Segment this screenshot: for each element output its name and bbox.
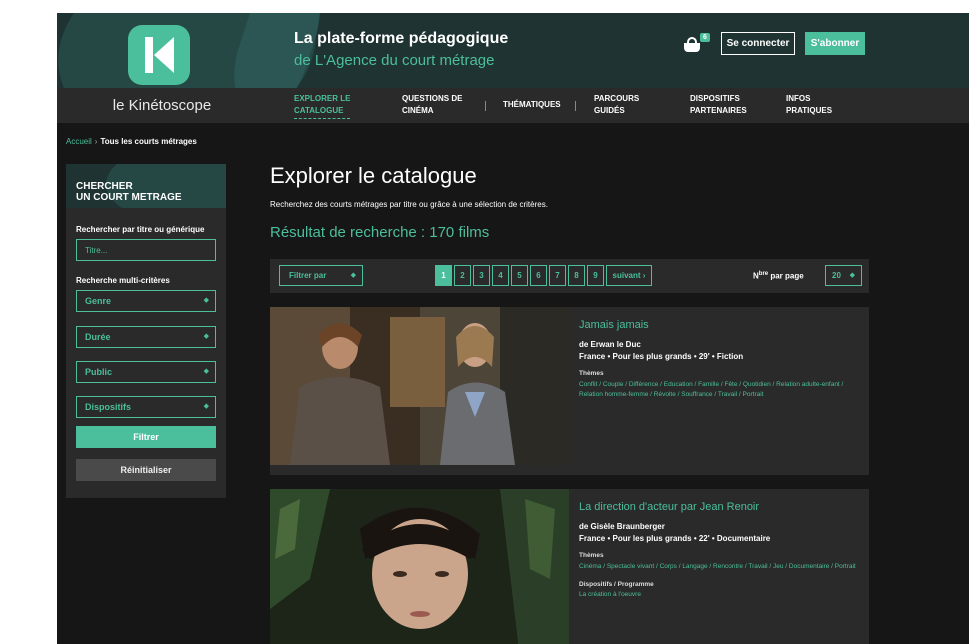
per-page-label-sup: bre [758,271,769,277]
page-button[interactable]: 6 [530,265,547,286]
per-page-select[interactable]: 20 ◆ [825,265,862,286]
film-title-link[interactable]: La direction d'acteur par Jean Renoir [579,501,863,513]
nav-item-infos-pratiques[interactable]: INFOS PRATIQUES [786,93,832,117]
main-nav: le Kinétoscope EXPLORER LE CATALOGUE QUE… [57,88,969,123]
page-button[interactable]: 7 [549,265,566,286]
film-still-image [270,307,569,465]
nav-label: GUIDÉS [594,106,625,115]
film-thumbnail[interactable] [270,307,569,465]
search-sidebar: CHERCHER UN COURT METRAGE Rechercher par… [66,164,226,498]
page-subtitle: Recherchez des courts métrages par titre… [270,200,548,209]
app-window: La plate-forme pédagogique de L'Agence d… [57,13,969,644]
page-button[interactable]: 1 [435,265,452,286]
nav-separator [485,101,486,111]
nav-label: EXPLORER LE [294,94,351,103]
cart-count-badge: 6 [700,33,710,42]
nav-brand[interactable]: le Kinétoscope [57,88,267,123]
theme-tags[interactable]: Cinéma / Spectacle vivant / Corps / Lang… [579,562,863,572]
header: La plate-forme pédagogique de L'Agence d… [57,13,969,88]
nav-label: CINÉMA [402,106,434,115]
select-arrows-icon: ◆ [849,272,855,279]
nav-item-dispositifs-partenaires[interactable]: DISPOSITIFS PARTENAIRES [690,93,747,117]
nav-item-explorer-catalogue[interactable]: EXPLORER LE CATALOGUE [294,93,351,119]
search-title-label: Rechercher par titre ou générique [76,225,205,234]
themes-label: Thèmes [579,552,604,559]
dispositif-link[interactable]: La création à l'oeuvre [579,591,863,598]
film-still-image [270,489,569,644]
film-title-link[interactable]: Jamais jamais [579,319,863,331]
nav-item-parcours-guides[interactable]: PARCOURS GUIDÉS [594,93,639,117]
page-button[interactable]: 9 [587,265,604,286]
nav-label: DISPOSITIFS [690,94,740,103]
film-meta: France • Pour les plus grands • 29' • Fi… [579,352,744,361]
multi-criteria-label: Recherche multi-critères [76,276,170,285]
page-button[interactable]: 2 [454,265,471,286]
dispositifs-select[interactable]: Dispositifs ◆ [76,396,216,418]
breadcrumb-home-link[interactable]: Accueil [66,137,92,146]
page-button[interactable]: 4 [492,265,509,286]
results-toolbar: Filtrer par ◆ 1 2 3 4 5 6 7 8 9 suivant ›… [270,259,869,293]
page-button[interactable]: 3 [473,265,490,286]
film-info: Jamais jamais de Erwan le Duc France • P… [579,307,863,400]
dispositifs-label: Dispositifs / Programme [579,581,654,588]
pagination: 1 2 3 4 5 6 7 8 9 suivant › [435,265,654,286]
select-value: Genre [85,296,112,306]
nav-label: PARTENAIRES [690,106,747,115]
subscribe-button[interactable]: S'abonner [805,32,865,55]
film-author: de Gisèle Braunberger [579,522,665,531]
select-value: Public [85,367,113,377]
per-page-label-part: par page [768,271,804,281]
breadcrumb: Accueil › Tous les courts métrages [66,137,197,146]
film-thumbnail[interactable] [270,489,569,644]
select-value: Dispositifs [85,402,132,412]
sidebar-header: CHERCHER UN COURT METRAGE [66,164,226,208]
sidebar-title-line: UN COURT METRAGE [76,192,182,203]
results-count: Résultat de recherche : 170 films [270,224,490,241]
breadcrumb-separator: › [94,137,98,146]
select-arrows-icon: ◆ [203,368,209,375]
sidebar-title: CHERCHER UN COURT METRAGE [76,181,182,203]
nav-label: CATALOGUE [294,106,344,115]
public-select[interactable]: Public ◆ [76,361,216,383]
page-button[interactable]: 5 [511,265,528,286]
themes-label: Thèmes [579,370,604,377]
nav-item-thematiques[interactable]: THÉMATIQUES [503,99,561,111]
select-value: Filtrer par [289,271,327,280]
breadcrumb-current: Tous les courts métrages [100,137,197,146]
site-subtitle: de L'Agence du court métrage [294,52,495,69]
kinetoscope-logo-icon[interactable] [128,25,190,85]
select-arrows-icon: ◆ [203,333,209,340]
film-card[interactable]: Jamais jamais de Erwan le Duc France • P… [270,307,869,475]
nav-label: QUESTIONS DE [402,94,463,103]
genre-select[interactable]: Genre ◆ [76,290,216,312]
site-title: La plate-forme pédagogique [294,30,509,47]
title-search-input[interactable] [76,239,216,261]
duree-select[interactable]: Durée ◆ [76,326,216,348]
page-title: Explorer le catalogue [270,163,477,188]
nav-item-questions-cinema[interactable]: QUESTIONS DE CINÉMA [402,93,462,117]
filter-button[interactable]: Filtrer [76,426,216,448]
reset-button[interactable]: Réinitialiser [76,459,216,481]
select-value: 20 [832,271,841,280]
nav-label: INFOS [786,94,811,103]
login-button[interactable]: Se connecter [721,32,795,55]
film-meta: France • Pour les plus grands • 22' • Do… [579,534,771,543]
nav-separator [575,101,576,111]
filter-by-select[interactable]: Filtrer par ◆ [279,265,363,286]
next-page-button[interactable]: suivant › [606,265,652,286]
film-info: La direction d'acteur par Jean Renoir de… [579,489,863,598]
select-arrows-icon: ◆ [203,403,209,410]
sidebar-title-line: CHERCHER [76,181,133,192]
select-value: Durée [85,332,111,342]
nav-label: THÉMATIQUES [503,100,561,109]
theme-tags[interactable]: Conflit / Couple / Différence / Educatio… [579,380,863,400]
page-button[interactable]: 8 [568,265,585,286]
nav-label: PARCOURS [594,94,640,103]
select-arrows-icon: ◆ [203,297,209,304]
film-card[interactable]: La direction d'acteur par Jean Renoir de… [270,489,869,644]
film-author: de Erwan le Duc [579,340,641,349]
select-arrows-icon: ◆ [350,272,356,279]
per-page-label: Nbre par page [753,271,804,281]
nav-label: PRATIQUES [786,106,833,115]
